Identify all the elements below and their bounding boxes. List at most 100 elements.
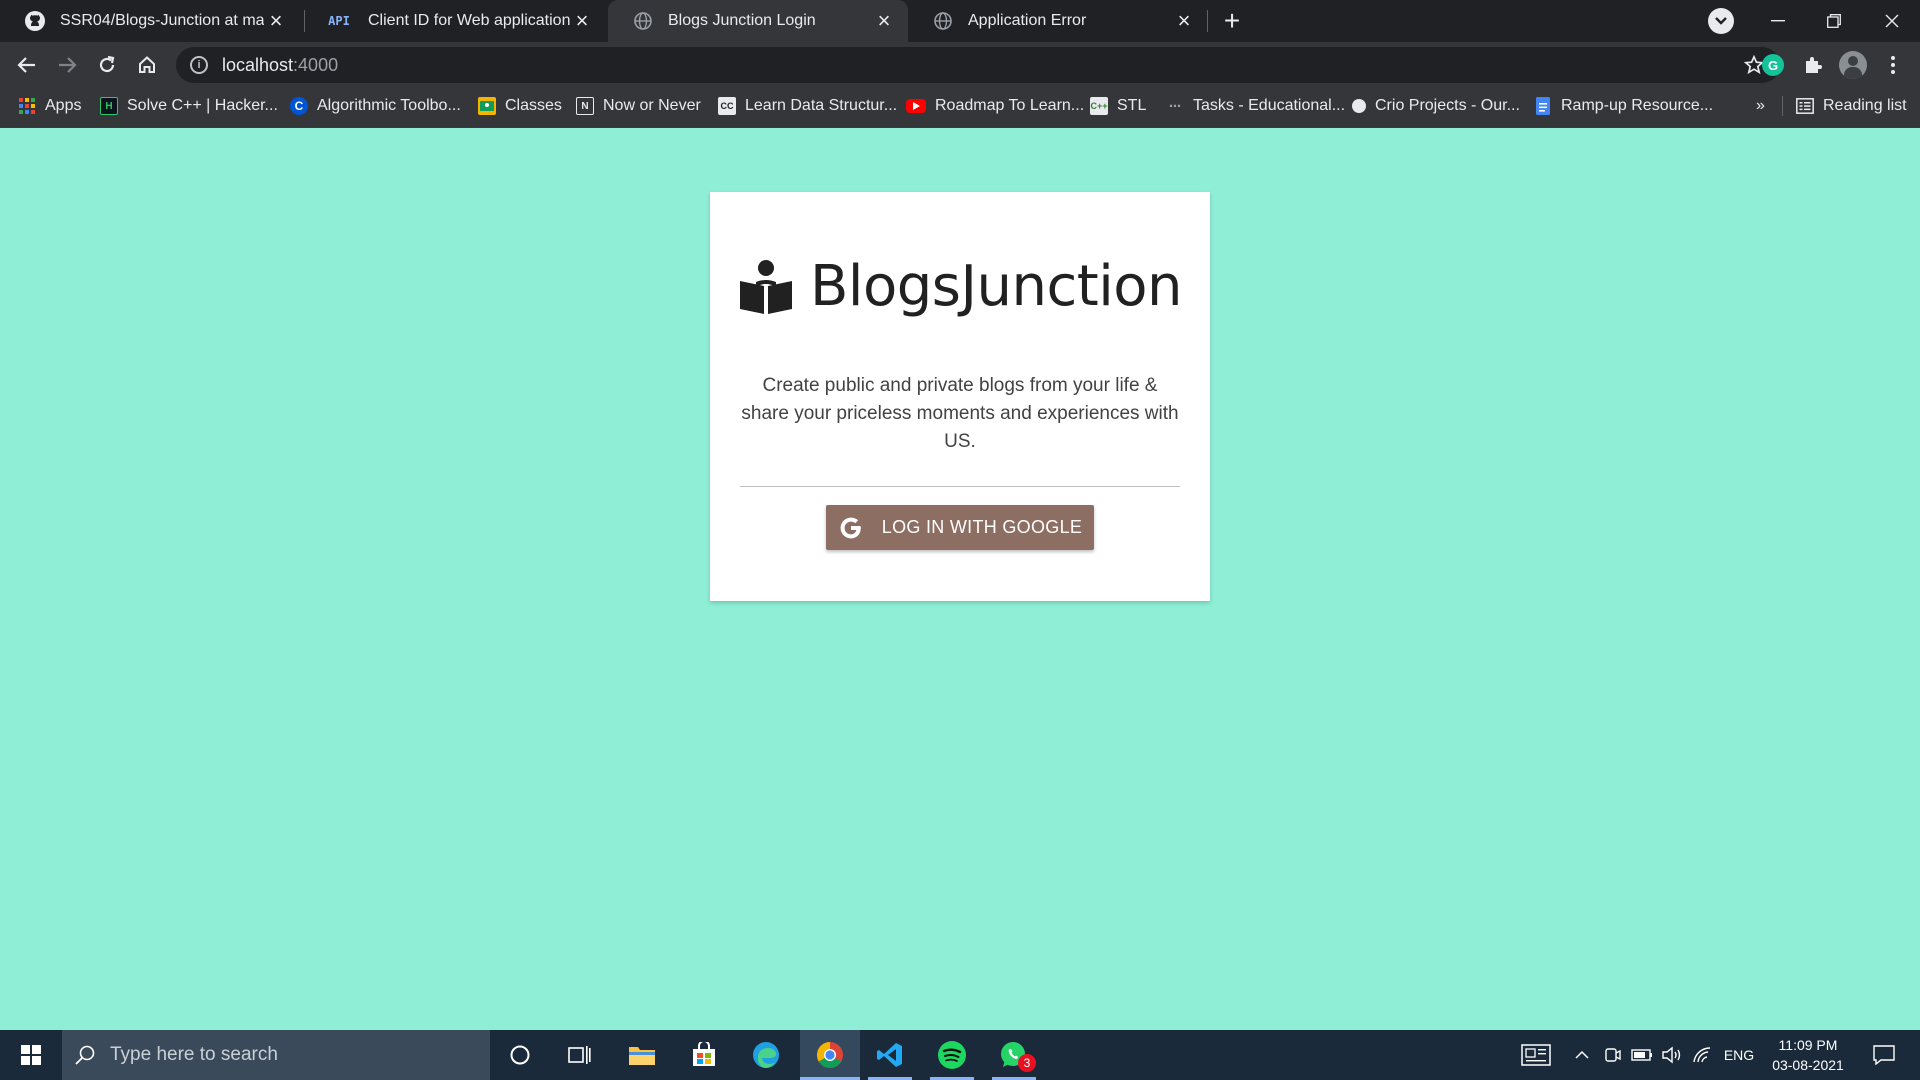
camera-icon [1605, 1048, 1621, 1062]
new-tab-button[interactable]: + [1218, 7, 1246, 36]
tab-title: Client ID for Web application – A [368, 12, 570, 29]
info-icon[interactable]: i [190, 56, 208, 74]
profile-button[interactable] [1838, 50, 1868, 80]
bookmark-stl[interactable]: C++ STL [1090, 88, 1146, 124]
bookmark-algorithmic-toolbox[interactable]: C Algorithmic Toolbo... [290, 88, 461, 124]
tab-search-button[interactable] [1708, 8, 1734, 34]
tab-blogs-junction-login[interactable]: Blogs Junction Login × [608, 0, 908, 42]
close-window-button[interactable] [1864, 0, 1920, 42]
news-icon [1521, 1044, 1551, 1066]
taskbar-search[interactable]: Type here to search [62, 1030, 490, 1080]
bookmark-label: Algorithmic Toolbo... [317, 97, 461, 114]
meet-now-button[interactable] [1600, 1030, 1626, 1080]
tab-github[interactable]: SSR04/Blogs-Junction at master × [0, 0, 300, 42]
bookmark-label: Apps [45, 97, 82, 114]
vscode-icon [877, 1043, 902, 1067]
chevron-up-icon [1575, 1050, 1589, 1059]
battery-indicator[interactable] [1628, 1030, 1656, 1080]
tab-application-error[interactable]: Application Error × [908, 0, 1208, 42]
brand-name: BlogsJunction [809, 254, 1183, 319]
restore-icon [1827, 14, 1841, 28]
cortana-button[interactable] [494, 1030, 546, 1080]
tray-overflow-button[interactable] [1570, 1030, 1594, 1080]
bookmark-apps[interactable]: Apps [18, 88, 81, 124]
file-explorer-button[interactable] [616, 1030, 668, 1080]
clock[interactable]: 11:09 PM 03-08-2021 [1760, 1030, 1856, 1080]
bookmark-classes[interactable]: Classes [478, 88, 562, 124]
wifi-button[interactable] [1688, 1030, 1716, 1080]
globe-icon [932, 10, 954, 32]
globe-icon [632, 10, 654, 32]
cc-icon: CC [718, 97, 736, 115]
clock-date: 03-08-2021 [1772, 1057, 1844, 1073]
close-icon[interactable]: × [264, 8, 288, 33]
bookmarks-bar: Apps H Solve C++ | Hacker... C Algorithm… [0, 88, 1920, 128]
coursera-icon: C [290, 97, 308, 115]
minimize-icon [1771, 20, 1785, 22]
bookmarks-overflow-button[interactable]: » [1756, 88, 1765, 124]
cortana-icon [510, 1045, 530, 1065]
bookmark-ramp-up-resources[interactable]: Ramp-up Resource... [1534, 88, 1713, 124]
bookmark-label: Roadmap To Learn... [935, 97, 1085, 114]
bookmark-label: STL [1117, 97, 1147, 114]
bookmark-hackerrank[interactable]: H Solve C++ | Hacker... [100, 88, 278, 124]
address-bar[interactable]: i localhost:4000 [176, 47, 1780, 83]
grammarly-icon: G [1762, 54, 1784, 76]
bookmark-tasks-educational[interactable]: ⋯ Tasks - Educational... [1166, 88, 1345, 124]
restore-button[interactable] [1806, 0, 1862, 42]
start-button[interactable] [0, 1030, 62, 1080]
tab-title: Application Error [968, 12, 1087, 29]
vscode-button[interactable] [864, 1030, 916, 1080]
chrome-icon [816, 1041, 843, 1069]
action-center-button[interactable] [1862, 1030, 1906, 1080]
forward-button[interactable] [52, 50, 82, 80]
google-login-button[interactable]: LOG IN WITH GOOGLE [826, 505, 1094, 550]
avatar [1839, 51, 1867, 79]
notification-icon [1873, 1045, 1895, 1065]
back-button[interactable] [12, 50, 42, 80]
chevron-double-right-icon: » [1756, 97, 1765, 114]
extensions-button[interactable] [1798, 50, 1828, 80]
chevron-down-icon [1715, 17, 1727, 25]
tab-separator [1207, 10, 1208, 32]
task-view-button[interactable] [554, 1030, 606, 1080]
store-button[interactable] [678, 1030, 730, 1080]
reading-list-button[interactable]: Reading list [1796, 88, 1907, 124]
tab-google-api[interactable]: API Client ID for Web application – A × [300, 0, 606, 42]
bookmark-label: Learn Data Structur... [745, 97, 898, 114]
task-view-icon [568, 1046, 591, 1064]
grammarly-extension[interactable]: G [1758, 50, 1788, 80]
edge-button[interactable] [740, 1030, 792, 1080]
bookmark-label: Solve C++ | Hacker... [127, 97, 278, 114]
classroom-icon [478, 97, 496, 115]
home-button[interactable] [132, 50, 162, 80]
arrow-left-icon [17, 57, 35, 73]
reload-button[interactable] [92, 50, 122, 80]
language-indicator: ENG [1723, 1047, 1755, 1063]
minimize-button[interactable] [1750, 0, 1806, 42]
bookmark-learn-data-structures[interactable]: CC Learn Data Structur... [718, 88, 897, 124]
menu-button[interactable] [1878, 50, 1908, 80]
bookmark-crio-projects[interactable]: Crio Projects - Our... [1352, 88, 1520, 124]
news-widget-button[interactable] [1516, 1030, 1556, 1080]
crio-icon [1352, 99, 1366, 113]
close-icon[interactable]: × [570, 8, 594, 33]
close-icon[interactable]: × [1172, 8, 1196, 33]
spotify-button[interactable] [926, 1030, 978, 1080]
bookmark-roadmap[interactable]: Roadmap To Learn... [906, 88, 1084, 124]
language-button[interactable]: ENG [1722, 1030, 1756, 1080]
spotify-icon [938, 1041, 966, 1069]
close-icon[interactable]: × [872, 8, 896, 33]
search-placeholder: Type here to search [110, 1044, 278, 1065]
bookmark-now-or-never[interactable]: N Now or Never [576, 88, 701, 124]
volume-icon [1662, 1046, 1681, 1064]
notion-icon: N [576, 97, 594, 115]
bookmarks-separator [1782, 96, 1783, 116]
reload-icon [99, 55, 115, 73]
whatsapp-button[interactable]: 3 [988, 1030, 1040, 1080]
arrow-right-icon [59, 57, 77, 73]
chrome-button[interactable] [800, 1030, 860, 1080]
tagline: Create public and private blogs from you… [741, 375, 1179, 452]
volume-button[interactable] [1658, 1030, 1686, 1080]
puzzle-icon [1806, 57, 1822, 73]
